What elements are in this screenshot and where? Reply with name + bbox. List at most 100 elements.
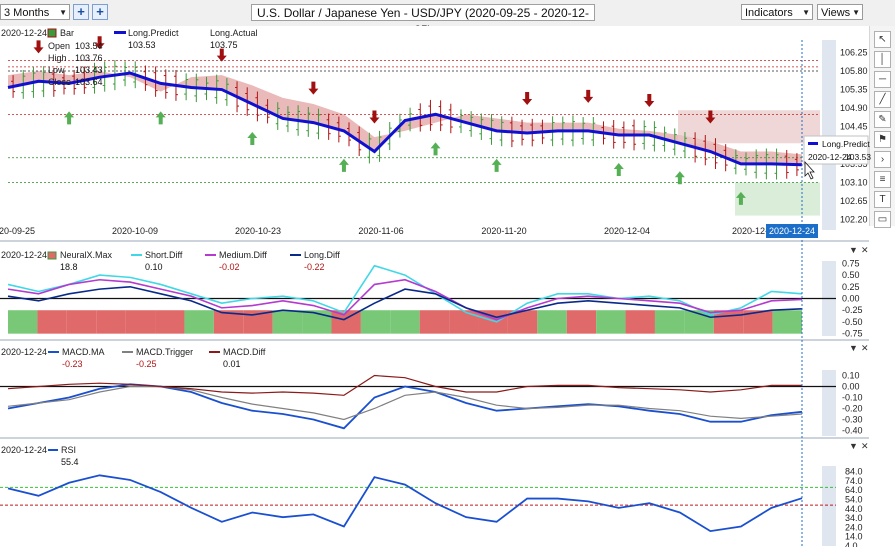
neuralx-bar: [66, 310, 97, 334]
price-panel[interactable]: 106.25105.80105.35104.90104.45104.00103.…: [0, 26, 871, 238]
close-panel-icon: ✕: [861, 245, 869, 255]
neuralx-bar: [419, 310, 450, 334]
macd-ma-legend-label: MACD.MA: [62, 347, 105, 357]
macd-tick-label: -0.30: [842, 415, 863, 425]
macd-diff-legend-label: MACD.Diff: [223, 347, 266, 357]
long-predict-legend-label: Long.Predict: [128, 28, 179, 38]
sell-zone: [678, 110, 820, 144]
bar-legend-label: Bar: [60, 28, 74, 38]
medium-diff-legend-label: Medium.Diff: [219, 250, 267, 260]
macd-trigger-legend-label: MACD.Trigger: [136, 347, 193, 357]
buy-zone: [735, 182, 820, 216]
macd-tick-label: 0.00: [842, 382, 860, 392]
macd-tick-label: -0.20: [842, 404, 863, 414]
neuralx-bar: [37, 310, 67, 334]
long-actual-legend-label: Long.Actual: [210, 28, 258, 38]
price-tick-label: 104.45: [840, 122, 868, 132]
neuralx-bar: [654, 310, 685, 334]
rsi-legend-date: 2020-12-24: [1, 445, 47, 455]
neuralx-legend-date: 2020-12-24: [1, 250, 47, 260]
price-legend-date: 2020-12-24: [1, 28, 47, 38]
neuralx-tick-label: 0.00: [842, 294, 860, 304]
rsi-tick-label: 4.0: [845, 541, 858, 547]
neuralx-bar: [272, 310, 303, 334]
date-tick-label: 2020-10-23: [235, 226, 281, 236]
price-tick-label: 105.35: [840, 85, 868, 95]
long-predict-legend-value: 103.53: [128, 40, 156, 50]
price-tick-label: 104.90: [840, 103, 868, 113]
views-button[interactable]: Views ▼: [817, 4, 863, 20]
open-label: Open: [48, 41, 70, 51]
period-select[interactable]: 3 Months ▼: [0, 4, 70, 20]
neuralx-tick-label: 0.50: [842, 270, 860, 280]
tooltip-label: Long.Predict: [822, 139, 870, 149]
low-label: Low: [48, 65, 65, 75]
rsi-legend-label: RSI: [61, 445, 76, 455]
chevron-down-icon: ▼: [852, 8, 860, 17]
collapse-panel-icon: ▼: [849, 245, 858, 255]
high-value: 103.76: [75, 53, 103, 63]
indicators-button[interactable]: Indicators ▼: [741, 4, 813, 20]
date-tick-label: 2020-10-09: [112, 226, 158, 236]
neuralx-tick-label: -0.75: [842, 329, 863, 339]
neuralx-tick-label: 0.25: [842, 282, 860, 292]
neuralx-bar: [772, 310, 802, 334]
neuralx-bar: [625, 310, 655, 334]
neuralx-yaxis: 0.75 0.50 0.25 0.00-0.25 -0.50 -0.75: [842, 258, 863, 338]
rsi-yaxis: 84.074.064.054.044.034.024.014.04.0: [845, 467, 863, 547]
neuralx-legend-swatch: [47, 251, 57, 260]
long-diff-legend-value: -0.22: [304, 262, 325, 272]
close-panel-icon: ✕: [861, 441, 869, 451]
neuralx-tick-label: -0.25: [842, 305, 863, 315]
neuralx-bar: [390, 310, 420, 334]
date-tick-label: 2020-09-25: [0, 226, 35, 236]
price-scroll-strip[interactable]: [822, 40, 836, 230]
neuralx-bar: [8, 310, 38, 334]
price-tick-label: 103.10: [840, 178, 868, 188]
neuralx-tick-label: 0.75: [842, 258, 860, 268]
neuralx-bar: [155, 310, 185, 334]
toolbar: 3 Months ▼ + + U.S. Dollar / Japanese Ye…: [0, 0, 895, 37]
price-tick-label: 106.25: [840, 47, 868, 57]
short-diff-legend-label: Short.Diff: [145, 250, 183, 260]
neuralx-legend-value: 18.8: [60, 262, 78, 272]
date-tick-label: 2020-12-: [732, 226, 768, 236]
price-tick-label: 105.80: [840, 66, 868, 76]
tooltip-swatch: [808, 142, 818, 145]
open-value: 103.54: [75, 41, 103, 51]
macd-legend-date: 2020-12-24: [1, 347, 47, 357]
neuralx-legend-label: NeuralX.Max: [60, 250, 113, 260]
views-label: Views: [821, 7, 851, 19]
date-tick-label: 2020-11-20: [481, 226, 526, 236]
rsi-legend-value: 55.4: [61, 457, 79, 467]
collapse-panel-icon: ▼: [849, 441, 858, 451]
date-tick-label: 2020-12-04: [604, 226, 650, 236]
neuralx-bar: [566, 310, 597, 334]
close-label: Close: [48, 77, 71, 87]
indicators-label: Indicators: [745, 7, 793, 19]
neuralx-bar: [360, 310, 391, 334]
zoom-in-button[interactable]: +: [92, 4, 108, 20]
chart-area[interactable]: 106.25105.80105.35104.90104.45104.00103.…: [0, 26, 895, 547]
rsi-scroll-strip: [822, 466, 836, 546]
neuralx-bar: [537, 310, 567, 334]
long-predict-legend-swatch: [114, 31, 126, 34]
long-diff-legend-label: Long.Diff: [304, 250, 340, 260]
neuralx-bar: [96, 310, 126, 334]
add-instrument-button[interactable]: +: [73, 4, 89, 20]
macd-tick-label: 0.10: [842, 371, 860, 381]
neuralx-tick-label: -0.50: [842, 317, 863, 327]
chevron-down-icon: ▼: [802, 8, 810, 17]
price-tick-label: 102.65: [840, 196, 868, 206]
macd-tick-label: -0.40: [842, 426, 863, 436]
macd-trigger-legend-value: -0.25: [136, 359, 157, 369]
neuralx-bar: [184, 310, 214, 334]
neuralx-bar: [449, 310, 479, 334]
macd-diff-legend-value: 0.01: [223, 359, 241, 369]
date-tick-label: 2020-11-06: [358, 226, 403, 236]
period-select-value: 3 Months: [4, 7, 50, 19]
current-date-badge-text: 2020-12-24: [769, 226, 815, 236]
tooltip-value: 103.53: [845, 152, 871, 162]
high-label: High: [48, 53, 67, 63]
close-panel-icon: ✕: [861, 343, 869, 353]
